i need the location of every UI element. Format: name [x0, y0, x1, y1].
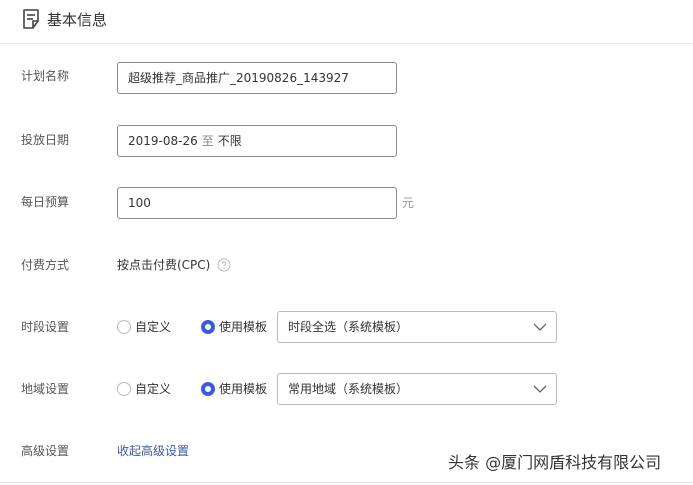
watermark: 头条 @厦门网盾科技有限公司 [448, 453, 662, 472]
budget-input[interactable]: 100 [117, 187, 397, 219]
payment-label: 付费方式 [21, 258, 70, 272]
time-period-template-select[interactable]: 时段全选（系统模板） [277, 311, 557, 343]
time-period-template-value: 时段全选（系统模板） [288, 320, 409, 334]
time-period-custom-radio[interactable] [117, 320, 131, 334]
section-title: 基本信息 [47, 11, 108, 29]
region-template-radio[interactable] [201, 382, 215, 396]
chevron-down-icon [533, 385, 547, 393]
payment-value: 按点击付费(CPC) [117, 258, 211, 272]
section-header: 基本信息 [0, 0, 693, 44]
date-start: 2019-08-26 [128, 134, 198, 148]
collapse-advanced-link[interactable]: 收起高级设置 [117, 443, 189, 459]
plan-name-value: 超级推荐_商品推广_20190826_143927 [128, 71, 349, 85]
document-icon [23, 9, 39, 29]
divider [0, 482, 693, 483]
region-custom-label[interactable]: 自定义 [135, 382, 171, 396]
budget-label: 每日预算 [21, 195, 70, 209]
time-period-label: 时段设置 [21, 320, 70, 334]
time-period-template-label[interactable]: 使用模板 [219, 320, 267, 334]
region-label: 地域设置 [21, 382, 70, 396]
region-template-select[interactable]: 常用地域（系统模板） [277, 373, 557, 405]
region-template-label[interactable]: 使用模板 [219, 382, 267, 396]
plan-name-input[interactable]: 超级推荐_商品推广_20190826_143927 [117, 62, 397, 94]
plan-name-label: 计划名称 [21, 69, 70, 83]
date-label: 投放日期 [21, 133, 70, 147]
budget-unit: 元 [402, 196, 415, 210]
time-period-template-radio[interactable] [201, 320, 215, 334]
time-period-custom-label[interactable]: 自定义 [135, 320, 171, 334]
region-template-value: 常用地域（系统模板） [288, 382, 409, 396]
advanced-label: 高级设置 [21, 444, 70, 458]
date-range-input[interactable]: 2019-08-26 至不限 [117, 125, 397, 157]
help-icon[interactable] [217, 258, 231, 272]
chevron-down-icon [533, 323, 547, 331]
region-custom-radio[interactable] [117, 382, 131, 396]
date-end: 不限 [217, 134, 242, 148]
budget-value: 100 [128, 196, 151, 210]
date-separator: 至 [201, 134, 214, 148]
